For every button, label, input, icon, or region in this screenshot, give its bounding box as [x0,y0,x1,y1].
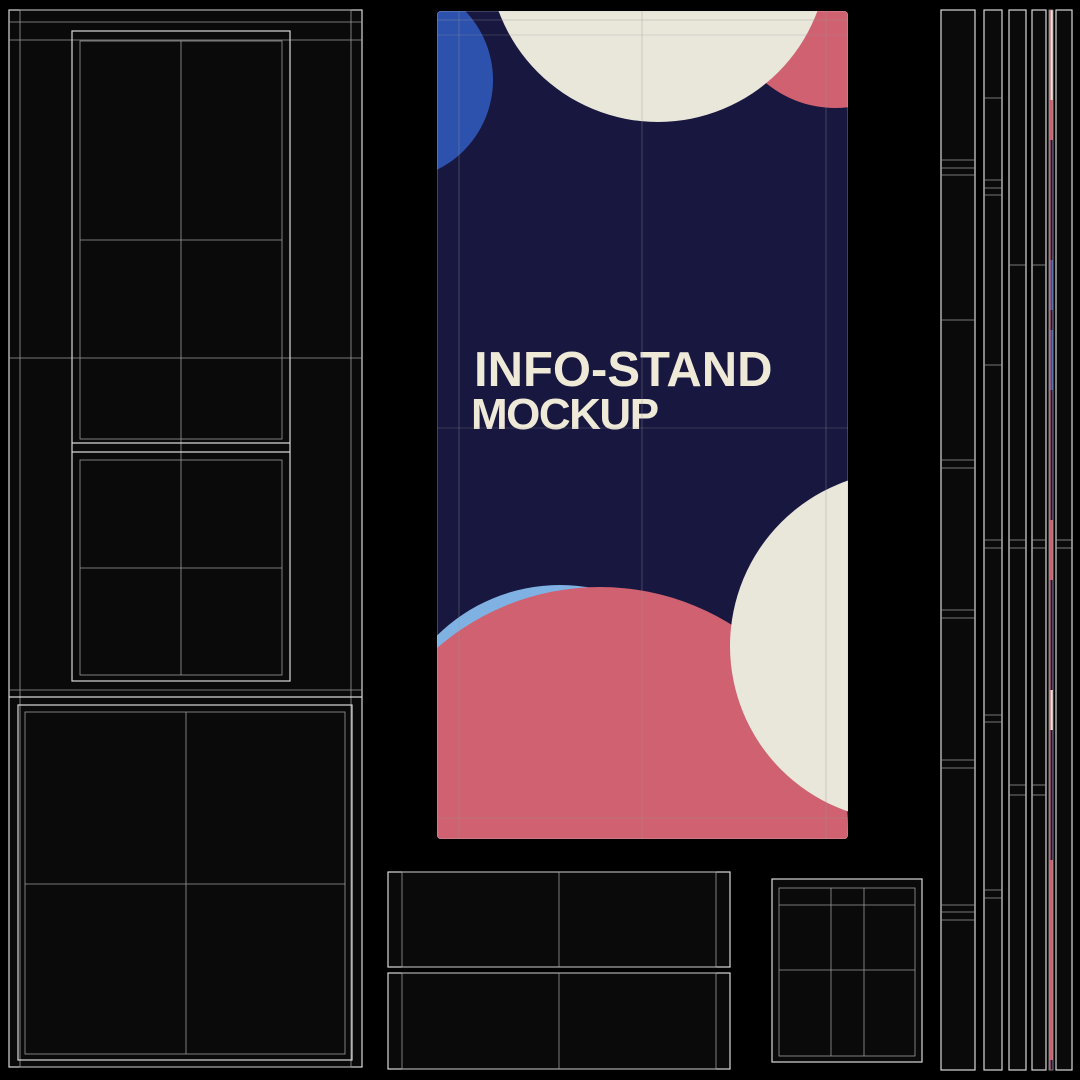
poster-title-line2: MOCKUP [471,390,658,439]
uv-island-bottom-right [771,878,923,1063]
uv-island-bottom-center [387,871,731,1070]
uv-layout-svg: INFO-STAND MOCKUP [8,9,1073,1071]
poster-right-cream-circle [730,471,848,821]
uv-island-left-cabinet [8,9,363,1068]
poster-title-line1: INFO-STAND [474,343,773,397]
uv-island-right-strips [940,9,1073,1071]
uv-texture-canvas: INFO-STAND MOCKUP [0,0,1080,1080]
